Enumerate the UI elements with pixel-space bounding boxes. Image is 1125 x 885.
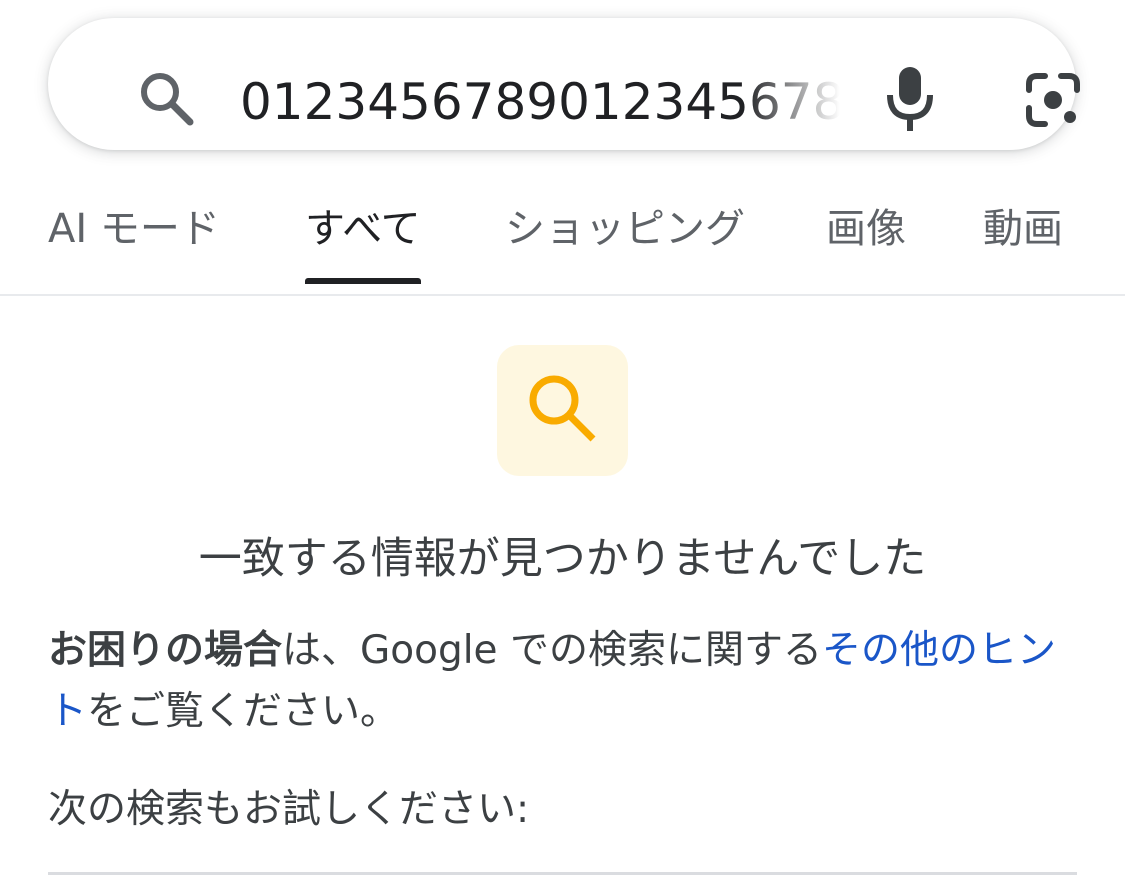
help-text-end: をご覧ください。 xyxy=(87,689,400,734)
search-results-page: AI モード すべて ショッピング 画像 動画 一致する情報が見つかりませんでし… xyxy=(0,0,1125,885)
lens-camera-icon xyxy=(1023,70,1083,134)
lens-search-button[interactable] xyxy=(1021,70,1085,134)
no-results-icon-box xyxy=(497,345,628,476)
no-results-title: 一致する情報が見つかりませんでした xyxy=(198,534,927,584)
mic-icon xyxy=(884,65,936,139)
help-text: は、Google での検索に関する xyxy=(282,628,822,673)
tab-images[interactable]: 画像 xyxy=(826,196,906,282)
tab-all[interactable]: すべて xyxy=(305,196,421,284)
tab-shopping[interactable]: ショッピング xyxy=(505,196,745,282)
try-searches-label: 次の検索もお試しください: xyxy=(48,787,530,832)
search-tabs: AI モード すべて ショッピング 画像 動画 xyxy=(0,178,1125,296)
search-icon xyxy=(525,371,601,451)
help-message: お困りの場合は、Google での検索に関するその他のヒントをご覧ください。 xyxy=(48,620,1078,742)
search-input[interactable] xyxy=(240,59,840,145)
divider xyxy=(48,872,1077,875)
tab-videos[interactable]: 動画 xyxy=(983,196,1063,282)
tab-ai-mode[interactable]: AI モード xyxy=(48,196,220,282)
search-bar[interactable] xyxy=(48,18,1080,150)
help-bold-text: お困りの場合 xyxy=(48,628,283,673)
search-icon[interactable] xyxy=(136,68,198,130)
voice-search-button[interactable] xyxy=(882,66,938,138)
